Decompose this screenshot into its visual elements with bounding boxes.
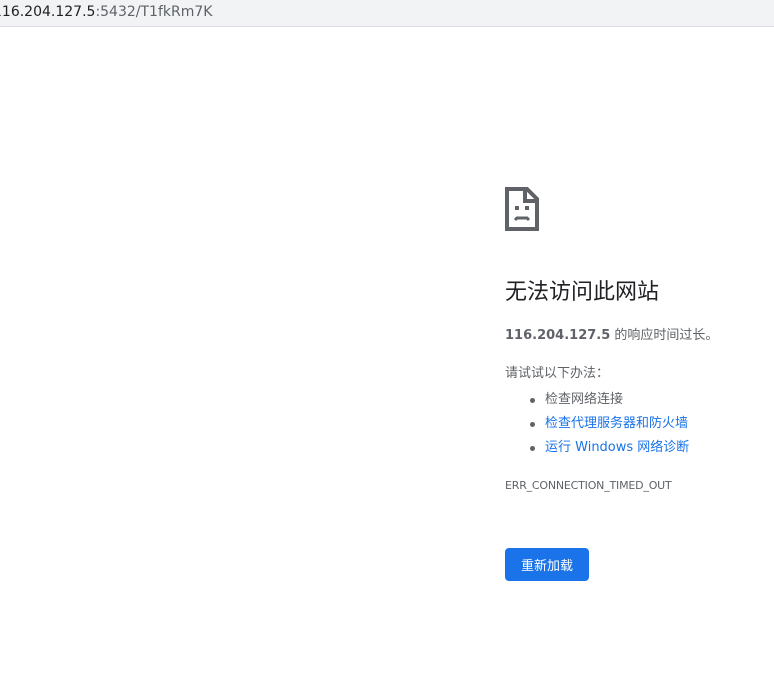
suggestions-title: 请试试以下办法： bbox=[505, 366, 610, 381]
suggestion-label: 检查网络连接 bbox=[545, 392, 624, 407]
suggestion-run-diagnostics[interactable]: 运行 Windows 网络诊断 bbox=[527, 436, 689, 460]
url-path: :5432/T1fkRm7K bbox=[95, 4, 213, 20]
reload-button[interactable]: 重新加载 bbox=[505, 548, 589, 581]
sad-page-icon bbox=[505, 187, 539, 231]
suggestion-link-diagnostics[interactable]: 运行 Windows 网络诊断 bbox=[545, 440, 689, 455]
error-code: ERR_CONNECTION_TIMED_OUT bbox=[505, 479, 672, 492]
bullet-dot bbox=[530, 446, 535, 451]
address-bar[interactable]: 116.204.127.5:5432/T1fkRm7K bbox=[0, 0, 774, 27]
suggestions-list: 检查网络连接 检查代理服务器和防火墙 运行 Windows 网络诊断 bbox=[527, 388, 689, 460]
suggestion-link-proxy[interactable]: 检查代理服务器和防火墙 bbox=[545, 416, 688, 431]
bullet-dot bbox=[530, 422, 535, 427]
suggestion-check-proxy[interactable]: 检查代理服务器和防火墙 bbox=[527, 412, 689, 436]
error-summary: 116.204.127.5 的响应时间过长。 bbox=[505, 326, 718, 346]
summary-host: 116.204.127.5 bbox=[505, 328, 611, 343]
summary-text: 的响应时间过长。 bbox=[610, 328, 719, 343]
url-text[interactable]: 116.204.127.5:5432/T1fkRm7K bbox=[0, 3, 212, 21]
bullet-dot bbox=[530, 398, 535, 403]
url-host: 116.204.127.5 bbox=[0, 4, 96, 20]
error-heading: 无法访问此网站 bbox=[505, 280, 660, 305]
suggestion-check-network: 检查网络连接 bbox=[527, 388, 689, 412]
